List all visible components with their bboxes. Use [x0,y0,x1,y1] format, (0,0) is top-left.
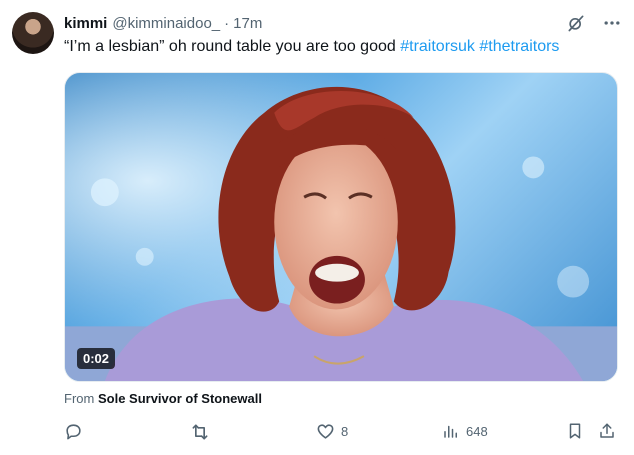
author-name[interactable]: kimmi [64,15,107,32]
bookmark-button[interactable] [566,422,584,440]
views-button[interactable]: 648 [442,422,488,440]
more-icon[interactable] [602,13,622,33]
attribution-prefix: From [64,391,95,406]
tweet-text: “I’m a lesbian” oh round table you are t… [64,37,622,57]
video-frame [65,73,617,381]
separator-dot: · [224,14,230,32]
like-count: 8 [341,424,349,439]
retweet-button[interactable] [190,422,216,442]
tweet-timestamp[interactable]: 17m [233,15,262,32]
view-count: 648 [466,423,488,439]
grok-icon[interactable] [566,13,586,33]
heart-icon [316,422,335,441]
video-player[interactable]: 0:02 [64,72,618,382]
share-icon [598,422,616,440]
views-icon [442,422,460,440]
hashtag-link[interactable]: #thetraitors [479,38,559,55]
like-button[interactable]: 8 [316,422,348,441]
tweet-actions: 8 648 [64,422,618,444]
tweet-body-text: “I’m a lesbian” oh round table you are t… [64,38,396,55]
header-actions [566,13,622,33]
tweet-header: kimmi @kimminaidoo_ · 17m [64,12,622,34]
reply-button[interactable] [64,422,89,441]
media-attribution: From Sole Survivor of Stonewall [64,391,262,406]
author-handle[interactable]: @kimminaidoo_ [112,15,220,32]
video-duration-badge: 0:02 [77,348,116,369]
bookmark-icon [566,422,584,440]
retweet-icon [190,422,210,442]
reply-icon [64,422,83,441]
attribution-source-link[interactable]: Sole Survivor of Stonewall [98,391,262,406]
share-button[interactable] [598,422,616,440]
hashtag-link[interactable]: #traitorsuk [400,38,475,55]
author-avatar[interactable] [12,12,54,54]
